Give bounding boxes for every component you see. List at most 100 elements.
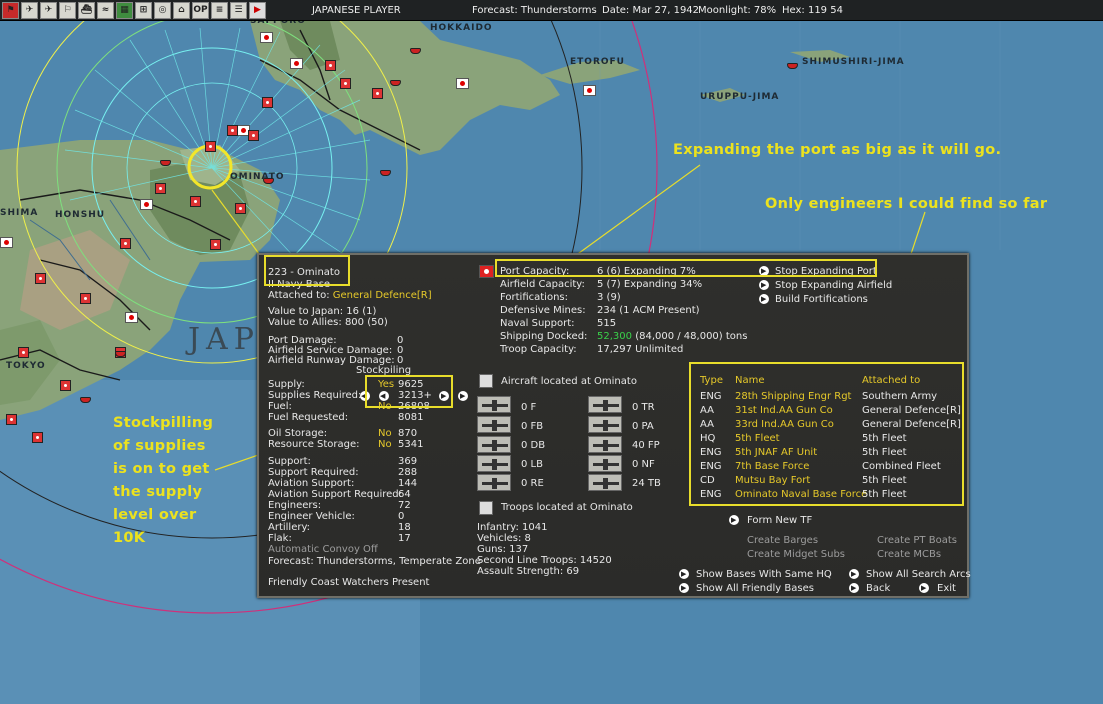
aircraft-slot-transport[interactable]	[588, 396, 622, 413]
resource-storage-label: Resource Storage:	[268, 439, 360, 450]
base-marker[interactable]	[120, 238, 131, 249]
aircraft-count-tb: 24 TB	[632, 478, 661, 489]
aircraft-slot-level-bomber[interactable]	[477, 455, 511, 472]
convoy-toggle[interactable]: Automatic Convoy Off	[268, 544, 378, 556]
op-icon[interactable]: OP	[192, 1, 209, 19]
aircraft-slot-float-plane[interactable]	[588, 436, 622, 453]
show-search-arcs-button[interactable]: Show All Search Arcs	[866, 569, 971, 581]
ship-marker[interactable]	[787, 63, 798, 69]
create-pt-boats-button[interactable]: Create PT Boats	[877, 535, 957, 547]
map-label-shimushiri: SHIMUSHIRI-JIMA	[802, 57, 905, 67]
troop-capacity-label: Troop Capacity:	[500, 344, 577, 355]
base-marker[interactable]	[32, 432, 43, 443]
base-marker[interactable]	[262, 97, 273, 108]
base-marker[interactable]	[235, 203, 246, 214]
base-marker[interactable]	[155, 183, 166, 194]
create-midget-subs-button[interactable]: Create Midget Subs	[747, 549, 845, 561]
naval-support-label: Naval Support:	[500, 318, 575, 329]
show-search-arrow-icon[interactable]	[849, 569, 859, 579]
base-marker[interactable]	[125, 312, 138, 323]
resource-stockpile-toggle[interactable]: No	[378, 439, 392, 451]
aircraft-slot-fighter[interactable]	[477, 396, 511, 413]
ship-alt-icon[interactable]: ≈	[97, 1, 114, 19]
aircraft-slot-fighter-bomber[interactable]	[477, 416, 511, 433]
fuel-requested-label: Fuel Requested:	[268, 412, 349, 423]
aircraft-count-db: 0 DB	[521, 440, 546, 451]
pennant-icon[interactable]: ⚐	[59, 1, 76, 19]
base-marker[interactable]	[456, 78, 469, 89]
create-mcbs-button[interactable]: Create MCBs	[877, 549, 941, 561]
ship-marker[interactable]	[263, 178, 274, 184]
stop-expanding-airfield-button[interactable]: Stop Expanding Airfield	[775, 280, 892, 292]
aircraft-count-lb: 0 LB	[521, 459, 543, 470]
aircraft-alt-icon[interactable]: ✈	[40, 1, 57, 19]
exit-arrow-icon[interactable]	[919, 583, 929, 593]
base-marker[interactable]	[35, 273, 46, 284]
highlight-supply	[365, 375, 453, 408]
aircraft-slot-torpedo-bomber[interactable]	[588, 474, 622, 491]
ship-marker[interactable]	[160, 160, 171, 166]
base-marker[interactable]	[6, 414, 17, 425]
aircraft-slot-patrol[interactable]	[588, 416, 622, 433]
troops-assault-strength: Assault Strength: 69	[477, 566, 580, 577]
create-barges-button[interactable]: Create Barges	[747, 535, 818, 547]
play-icon[interactable]: ▶	[249, 1, 266, 19]
base-marker[interactable]	[325, 60, 336, 71]
back-arrow-icon[interactable]	[849, 583, 859, 593]
aircraft-icon	[479, 374, 493, 388]
ship-marker[interactable]	[115, 351, 126, 357]
airfield-capacity-label: Airfield Capacity:	[500, 279, 585, 290]
stop-airfield-arrow-icon[interactable]	[759, 280, 769, 290]
show-friendly-bases-button[interactable]: Show All Friendly Bases	[696, 583, 814, 595]
japan-flag-icon	[479, 265, 494, 278]
base-marker[interactable]	[340, 78, 351, 89]
base-marker[interactable]	[290, 58, 303, 69]
base-marker[interactable]	[18, 347, 29, 358]
build-forts-arrow-icon[interactable]	[759, 294, 769, 304]
form-new-tf-button[interactable]: Form New TF	[747, 515, 812, 527]
shipping-docked-label: Shipping Docked:	[500, 331, 588, 342]
base-marker[interactable]	[205, 141, 216, 152]
attached-value-link[interactable]: General Defence[R]	[333, 290, 432, 301]
base-marker[interactable]	[372, 88, 383, 99]
base-marker[interactable]	[140, 199, 153, 210]
base-marker[interactable]	[0, 237, 13, 248]
base-marker[interactable]	[248, 130, 259, 141]
base-marker[interactable]	[190, 196, 201, 207]
ship-marker[interactable]	[80, 397, 91, 403]
show-bases-same-hq-button[interactable]: Show Bases With Same HQ	[696, 569, 832, 581]
aircraft-count-f: 0 F	[521, 402, 537, 413]
ship-marker[interactable]	[390, 80, 401, 86]
flag-icon[interactable]: ⚑	[2, 1, 19, 19]
form-tf-arrow-icon[interactable]	[729, 515, 739, 525]
aircraft-slot-dive-bomber[interactable]	[477, 436, 511, 453]
aircraft-slot-night-fighter[interactable]	[588, 455, 622, 472]
supply-increase-fast-button[interactable]	[458, 391, 468, 401]
troops-header: Troops located at Ominato	[501, 502, 633, 513]
base-marker[interactable]	[210, 239, 221, 250]
defensive-mines-label: Defensive Mines:	[500, 305, 586, 316]
base-marker[interactable]	[260, 32, 273, 43]
report-icon[interactable]: ≡	[211, 1, 228, 19]
list-icon[interactable]: ☰	[230, 1, 247, 19]
exit-button[interactable]: Exit	[937, 583, 956, 595]
aircraft-icon[interactable]: ✈	[21, 1, 38, 19]
base-marker[interactable]	[227, 125, 238, 136]
base-marker[interactable]	[583, 85, 596, 96]
ship-icon[interactable]: ⛴	[78, 1, 95, 19]
show-friendly-arrow-icon[interactable]	[679, 583, 689, 593]
base-marker[interactable]	[60, 380, 71, 391]
base-icon[interactable]: ⌂	[173, 1, 190, 19]
globe-icon[interactable]: ◎	[154, 1, 171, 19]
show-same-hq-arrow-icon[interactable]	[679, 569, 689, 579]
flak-value: 17	[398, 533, 411, 544]
map-icon[interactable]: ▦	[116, 1, 133, 19]
highlight-base-name	[264, 255, 350, 286]
build-fortifications-button[interactable]: Build Fortifications	[775, 294, 868, 306]
unit-icon[interactable]: ⊞	[135, 1, 152, 19]
ship-marker[interactable]	[410, 48, 421, 54]
base-marker[interactable]	[80, 293, 91, 304]
back-button[interactable]: Back	[866, 583, 890, 595]
aircraft-slot-recon[interactable]	[477, 474, 511, 491]
ship-marker[interactable]	[380, 170, 391, 176]
